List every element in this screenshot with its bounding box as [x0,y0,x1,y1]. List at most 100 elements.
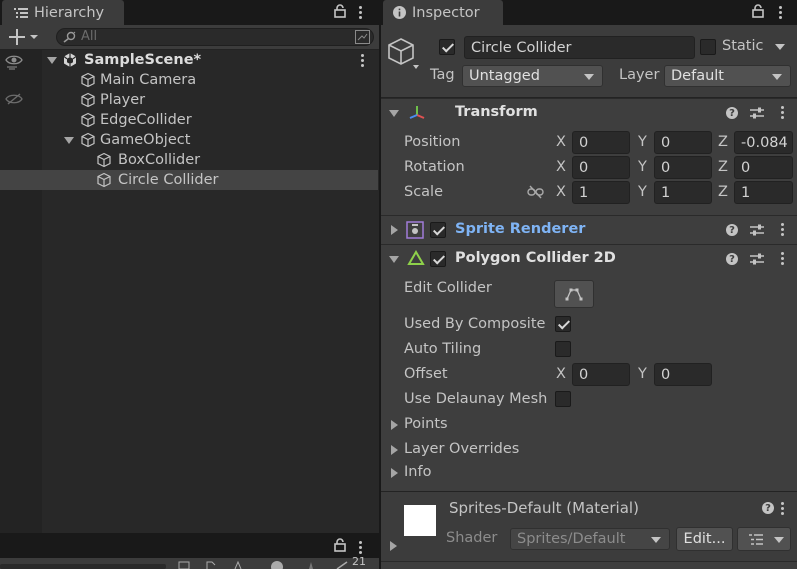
layer-overrides-foldout[interactable]: Layer Overrides [404,441,519,457]
tree-row-edgecollider[interactable]: EdgeCollider [0,110,378,130]
search-filter-icon[interactable] [355,30,370,44]
tab-hierarchy[interactable]: Hierarchy [2,0,124,25]
shader-edit-button[interactable]: Edit... [676,527,733,551]
bottom-menu-icon[interactable] [358,541,362,554]
rotation-y-field[interactable]: 0 [654,156,712,179]
scene-menu-icon[interactable] [360,54,364,67]
expand-arrow-icon[interactable] [389,110,399,117]
help-icon[interactable]: ? [762,502,774,514]
visibility-toggle-icon[interactable] [270,560,284,569]
tag-dropdown[interactable]: Untagged [462,65,603,87]
help-icon[interactable]: ? [726,253,738,265]
bottom-search-input[interactable] [0,564,166,569]
tree-row-main-camera[interactable]: Main Camera [0,70,378,90]
star-icon[interactable] [305,561,317,569]
gameobject-cube-icon [80,92,96,108]
static-dropdown-arrow[interactable] [775,44,785,50]
material-menu-icon[interactable] [780,502,784,515]
hidden-count-icon[interactable] [336,561,348,569]
rotation-x-field[interactable]: 0 [572,156,630,179]
lock-icon[interactable] [334,538,346,552]
use-delaunay-label: Use Delaunay Mesh [404,391,548,407]
transform-axes-icon [408,104,426,120]
list-icon [14,7,28,19]
points-foldout-arrow-icon[interactable] [391,420,398,430]
preset-sliders-icon[interactable] [750,252,764,266]
gameobject-cube-icon [80,72,96,88]
points-foldout[interactable]: Points [404,416,448,432]
scale-x-field[interactable]: 1 [572,181,630,204]
constrain-proportions-icon[interactable] [527,185,544,199]
tab-inspector[interactable]: Inspector [383,0,503,25]
layer-overrides-foldout-arrow-icon[interactable] [391,445,398,455]
axis-z-label: Z [718,184,728,200]
used-by-composite-checkbox[interactable] [555,316,571,332]
rotation-z-field[interactable]: 0 [734,156,793,179]
active-checkbox[interactable] [439,39,455,55]
preset-sliders-icon[interactable] [750,106,764,120]
gameobject-cube-icon [80,132,96,148]
preset-sliders-icon[interactable] [750,223,764,237]
position-z-field[interactable]: -0.084 [734,131,793,154]
component-menu-icon[interactable] [780,106,784,119]
material-foldout-arrow-icon[interactable] [390,541,397,551]
axis-x-label: X [556,134,566,150]
axis-x-label: X [556,159,566,175]
tree-row-boxcollider[interactable]: BoxCollider [0,150,378,170]
sprite-renderer-enabled-checkbox[interactable] [430,222,446,238]
shader-options-button[interactable] [737,527,791,551]
object-name-field[interactable]: Circle Collider [464,36,695,59]
list-options-icon [749,534,763,545]
hierarchy-menu-icon[interactable] [358,6,362,19]
scene-name: SampleScene* [84,52,202,68]
info-foldout-arrow-icon[interactable] [391,468,398,478]
search-placeholder: All [81,29,98,44]
position-y-field[interactable]: 0 [654,131,712,154]
tree-row-gameobject[interactable]: GameObject [0,130,378,150]
edit-collider-label: Edit Collider [404,280,492,296]
lock-icon[interactable] [752,4,764,18]
tree-row-player[interactable]: Player [0,90,378,110]
auto-tiling-checkbox[interactable] [555,341,571,357]
offset-y-field[interactable]: 0 [654,363,712,386]
tag-icon[interactable] [232,561,244,569]
info-icon [393,6,406,19]
material-name: Sprites-Default (Material) [449,499,639,517]
help-icon[interactable]: ? [726,224,738,236]
info-foldout[interactable]: Info [404,464,431,480]
sprite-renderer-title: Sprite Renderer [455,221,586,237]
filter-icon[interactable] [178,561,190,569]
collapse-arrow-icon[interactable] [391,225,398,235]
axis-y-label: Y [638,366,647,382]
component-menu-icon[interactable] [780,223,784,236]
scale-y-field[interactable]: 1 [654,181,712,204]
gameobject-large-icon[interactable] [387,37,423,71]
polygon-collider-header[interactable]: Polygon Collider 2D ? [381,244,797,272]
gameobject-cube-icon [96,152,112,168]
label-icon[interactable] [205,561,217,569]
gameobject-cube-icon [96,172,112,188]
component-menu-icon[interactable] [780,252,784,265]
static-checkbox[interactable] [700,39,716,55]
add-plus-icon[interactable] [9,29,41,45]
position-x-field[interactable]: 0 [572,131,630,154]
inspector-menu-icon[interactable] [778,6,782,19]
use-delaunay-checkbox[interactable] [555,391,571,407]
lock-icon[interactable] [334,4,346,18]
expand-arrow-icon[interactable] [64,137,74,144]
expand-arrow-icon[interactable] [389,256,399,263]
tree-row-circle-collider-selected[interactable]: Circle Collider [0,170,378,190]
expand-arrow-icon[interactable] [47,57,57,64]
shader-dropdown[interactable]: Sprites/Default [510,528,670,550]
sprite-renderer-header[interactable]: Sprite Renderer ? [381,215,797,243]
scale-z-field[interactable]: 1 [734,181,793,204]
search-input[interactable]: All [56,28,374,46]
rotation-label: Rotation [404,159,465,175]
edit-collider-button[interactable] [554,280,594,308]
polygon-collider-enabled-checkbox[interactable] [430,251,446,267]
layer-dropdown[interactable]: Default [664,65,791,87]
help-icon[interactable]: ? [726,107,738,119]
tree-row-scene[interactable]: SampleScene* [0,50,378,70]
offset-x-field[interactable]: 0 [572,363,630,386]
transform-header[interactable]: Transform ? [381,98,797,126]
